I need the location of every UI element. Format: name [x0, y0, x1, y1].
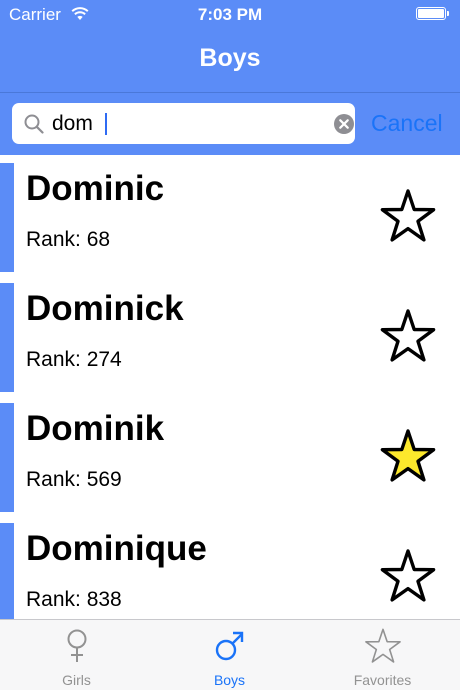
- status-bar: Carrier 7:03 PM: [0, 0, 460, 30]
- tab-bar: Girls Boys Favorites: [0, 619, 460, 690]
- favorite-star-icon[interactable]: [380, 309, 436, 363]
- favorite-star-icon[interactable]: [380, 429, 436, 483]
- search-bar[interactable]: dom: [12, 103, 355, 144]
- male-icon: [215, 631, 243, 661]
- row-accent-bar: [0, 523, 14, 619]
- search-input[interactable]: dom: [52, 103, 93, 144]
- list-item[interactable]: Dominik Rank: 569: [0, 395, 460, 512]
- name-label: Dominique: [26, 529, 207, 568]
- row-accent-bar: [0, 403, 14, 512]
- results-list: Dominic Rank: 68 Dominick Rank: 274 Domi…: [0, 155, 460, 619]
- nav-divider: [0, 92, 460, 93]
- rank-label: Rank: 838: [26, 588, 122, 611]
- name-label: Dominick: [26, 289, 184, 328]
- list-item[interactable]: Dominick Rank: 274: [0, 275, 460, 392]
- tab-boys[interactable]: Boys: [153, 620, 306, 691]
- clock: 7:03 PM: [197, 5, 263, 24]
- tab-favorites[interactable]: Favorites: [306, 620, 459, 691]
- favorite-star-icon[interactable]: [380, 549, 436, 603]
- battery-icon: [416, 7, 450, 22]
- name-label: Dominik: [26, 409, 165, 448]
- clear-icon[interactable]: [334, 114, 354, 134]
- star-icon: [364, 628, 401, 663]
- search-icon: [24, 114, 44, 134]
- tab-label: Girls: [62, 672, 91, 688]
- rank-label: Rank: 274: [26, 348, 122, 371]
- text-cursor: [105, 113, 107, 135]
- row-accent-bar: [0, 283, 14, 392]
- header: Carrier 7:03 PM Boys dom Cancel: [0, 0, 460, 155]
- row-accent-bar: [0, 163, 14, 272]
- list-item[interactable]: Dominique Rank: 838: [0, 515, 460, 619]
- name-label: Dominic: [26, 169, 165, 208]
- favorite-star-icon[interactable]: [380, 189, 436, 243]
- rank-label: Rank: 569: [26, 468, 122, 491]
- page-title: Boys: [199, 44, 261, 72]
- tab-label: Favorites: [353, 672, 412, 688]
- tab-label: Boys: [213, 672, 246, 688]
- female-icon: [67, 629, 86, 662]
- tab-girls[interactable]: Girls: [0, 620, 153, 691]
- cancel-button[interactable]: Cancel: [371, 106, 443, 140]
- list-item[interactable]: Dominic Rank: 68: [0, 155, 460, 272]
- rank-label: Rank: 68: [26, 228, 111, 251]
